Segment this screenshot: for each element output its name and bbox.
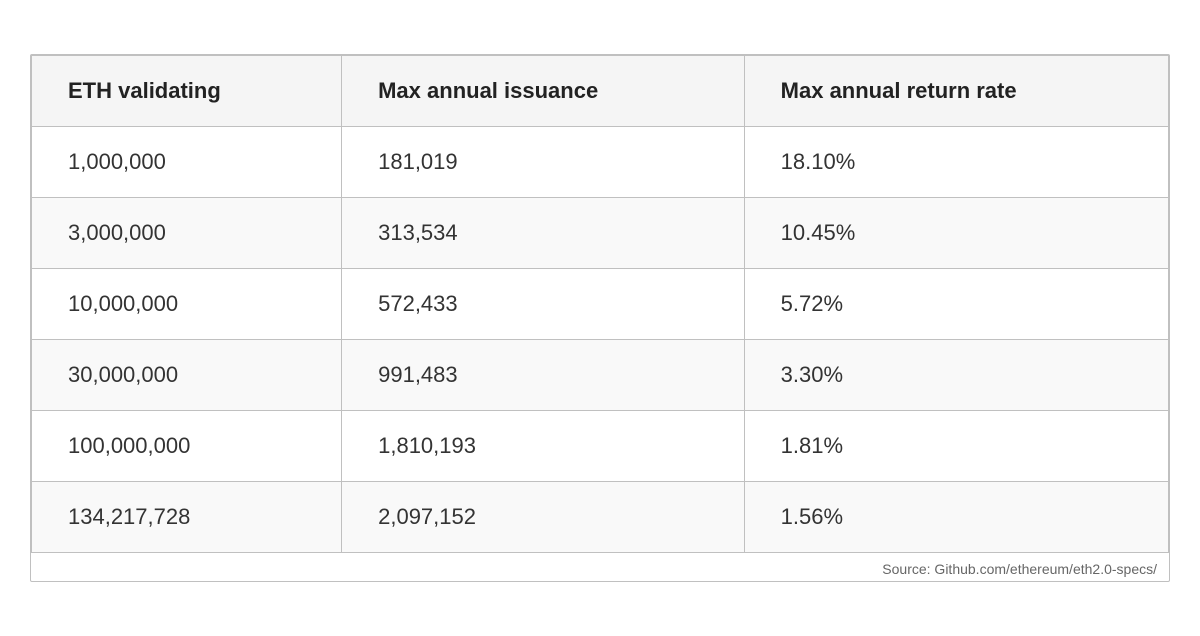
table-row: 30,000,000991,4833.30% bbox=[32, 340, 1169, 411]
cell-max-annual-return-rate: 10.45% bbox=[744, 198, 1168, 269]
cell-eth-validating: 134,217,728 bbox=[32, 482, 342, 553]
table-row: 3,000,000313,53410.45% bbox=[32, 198, 1169, 269]
col-header-max-annual-return-rate: Max annual return rate bbox=[744, 56, 1168, 127]
table-row: 134,217,7282,097,1521.56% bbox=[32, 482, 1169, 553]
cell-eth-validating: 10,000,000 bbox=[32, 269, 342, 340]
cell-eth-validating: 100,000,000 bbox=[32, 411, 342, 482]
cell-max-annual-issuance: 572,433 bbox=[342, 269, 745, 340]
cell-eth-validating: 30,000,000 bbox=[32, 340, 342, 411]
table-row: 1,000,000181,01918.10% bbox=[32, 127, 1169, 198]
cell-max-annual-issuance: 1,810,193 bbox=[342, 411, 745, 482]
cell-max-annual-issuance: 991,483 bbox=[342, 340, 745, 411]
col-header-eth-validating: ETH validating bbox=[32, 56, 342, 127]
cell-eth-validating: 1,000,000 bbox=[32, 127, 342, 198]
cell-max-annual-return-rate: 1.56% bbox=[744, 482, 1168, 553]
table-row: 100,000,0001,810,1931.81% bbox=[32, 411, 1169, 482]
table-row: 10,000,000572,4335.72% bbox=[32, 269, 1169, 340]
table-header-row: ETH validating Max annual issuance Max a… bbox=[32, 56, 1169, 127]
source-citation: Source: Github.com/ethereum/eth2.0-specs… bbox=[31, 553, 1169, 581]
cell-max-annual-return-rate: 18.10% bbox=[744, 127, 1168, 198]
eth-data-table: ETH validating Max annual issuance Max a… bbox=[31, 55, 1169, 553]
cell-max-annual-return-rate: 1.81% bbox=[744, 411, 1168, 482]
cell-max-annual-issuance: 2,097,152 bbox=[342, 482, 745, 553]
col-header-max-annual-issuance: Max annual issuance bbox=[342, 56, 745, 127]
cell-max-annual-issuance: 313,534 bbox=[342, 198, 745, 269]
cell-max-annual-return-rate: 3.30% bbox=[744, 340, 1168, 411]
main-table-container: ETH validating Max annual issuance Max a… bbox=[30, 54, 1170, 582]
cell-eth-validating: 3,000,000 bbox=[32, 198, 342, 269]
cell-max-annual-issuance: 181,019 bbox=[342, 127, 745, 198]
cell-max-annual-return-rate: 5.72% bbox=[744, 269, 1168, 340]
